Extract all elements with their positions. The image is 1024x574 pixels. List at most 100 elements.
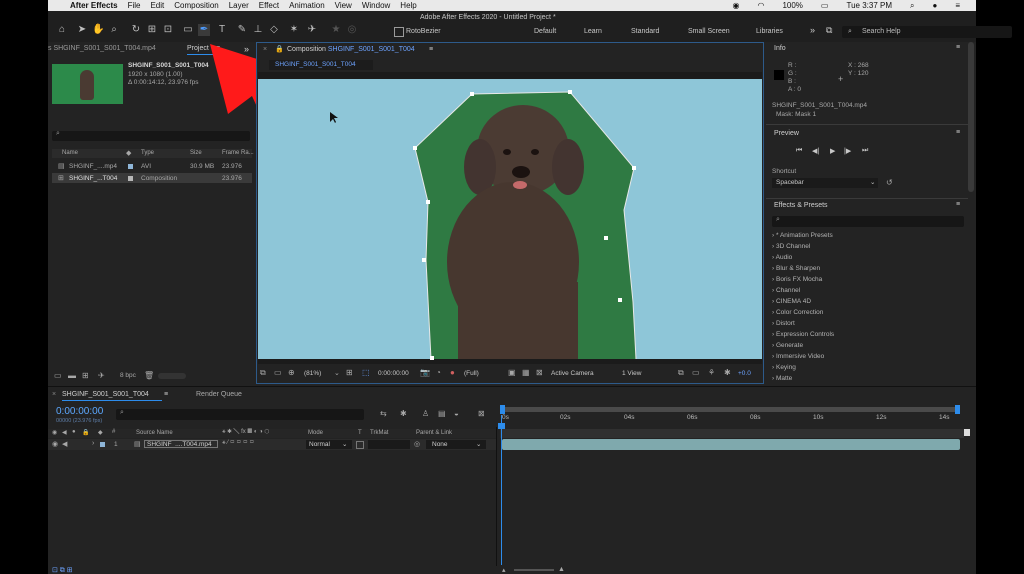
timeline-zoom-slider[interactable]: [514, 569, 554, 571]
col-type[interactable]: Type: [141, 150, 154, 156]
menu-view[interactable]: View: [335, 1, 352, 10]
mask-vertex[interactable]: [618, 298, 622, 302]
effect-category[interactable]: › Blur & Sharpen: [772, 265, 820, 272]
menu-layer[interactable]: Layer: [229, 1, 249, 10]
last-frame-icon[interactable]: ⏭: [862, 147, 868, 155]
effect-category[interactable]: › Color Correction: [772, 309, 823, 316]
trkmat-dropdown[interactable]: [368, 440, 410, 449]
user-icon[interactable]: ●: [932, 1, 937, 10]
mask-vertex[interactable]: [632, 166, 636, 170]
type-tool-icon[interactable]: T: [216, 24, 228, 36]
right-panel-scrollbar[interactable]: [968, 42, 974, 192]
video-toggle-icon[interactable]: ◉: [52, 429, 57, 436]
trash-icon[interactable]: 🗑: [144, 371, 154, 380]
label-color-chip[interactable]: [128, 176, 133, 181]
wifi-icon[interactable]: ◠: [757, 1, 764, 10]
pick-whip-icon[interactable]: ◎: [414, 440, 420, 448]
workspace-small-screen[interactable]: Small Screen: [688, 28, 730, 35]
timeline-tab[interactable]: SHGINF_S001_S001_T004: [62, 391, 149, 398]
timeline-menu-icon[interactable]: ≡: [164, 391, 168, 398]
composition-subtab[interactable]: SHGINF_S001_S001_T004: [269, 60, 373, 70]
comp-end-marker[interactable]: [964, 429, 970, 436]
grid-icon[interactable]: ⊞: [346, 368, 353, 377]
selection-tool-icon[interactable]: ➤: [76, 24, 88, 36]
mask-vertex[interactable]: [604, 236, 608, 240]
search-help-input[interactable]: ⌕ Search Help: [842, 26, 1012, 38]
rotobezier-checkbox[interactable]: [394, 27, 404, 37]
play-icon[interactable]: ▶: [830, 147, 835, 155]
render-queue-tab[interactable]: Render Queue: [196, 391, 242, 398]
menu-file[interactable]: File: [128, 1, 141, 10]
battery-icon[interactable]: ▭: [821, 1, 829, 10]
next-frame-icon[interactable]: |▶: [844, 147, 851, 155]
region-of-interest-icon[interactable]: ⬚: [362, 368, 370, 377]
effect-category[interactable]: › Boris FX Mocha: [772, 276, 822, 283]
zoom-dropdown[interactable]: (81%): [304, 370, 321, 377]
menu-list-icon[interactable]: ≡: [955, 1, 960, 10]
shortcut-dropdown[interactable]: Spacebar ⌄: [772, 178, 878, 188]
workspace-panel-icon[interactable]: ⧉: [826, 25, 832, 36]
col-source-name[interactable]: Source Name: [136, 430, 173, 436]
close-tab-icon[interactable]: ×: [52, 391, 56, 398]
mask-visibility-icon[interactable]: ⊕: [288, 368, 295, 377]
col-trkmat[interactable]: TrkMat: [370, 430, 388, 436]
effect-category[interactable]: › Expression Controls: [772, 331, 834, 338]
info-menu-icon[interactable]: ≡: [956, 44, 960, 51]
effects-search-input[interactable]: ⌕: [772, 216, 964, 227]
frame-blending-icon[interactable]: ▤: [438, 409, 446, 418]
graph-editor-icon[interactable]: ⊠: [478, 409, 485, 418]
effects-menu-icon[interactable]: ≡: [956, 201, 960, 208]
battery-label[interactable]: 100%: [782, 1, 802, 10]
always-preview-icon[interactable]: ⧉: [260, 368, 266, 378]
work-area-start-handle[interactable]: [500, 405, 505, 414]
exposure-reset-icon[interactable]: ✱: [724, 368, 731, 377]
label-color-chip[interactable]: [128, 164, 133, 169]
layer-switches-pane-icon[interactable]: ⊡ ⧉ ⊞: [52, 566, 73, 574]
layer-row[interactable]: ◉ ◀ › 1 ▤ SHGINF_....T004.mp4 ⚹ ⁄ ▭ ▭ ▭ …: [48, 439, 496, 450]
home-icon[interactable]: ⌂: [56, 24, 68, 36]
comp-marker-bar[interactable]: [500, 429, 964, 438]
reset-shortcut-icon[interactable]: ↺: [886, 178, 893, 187]
effect-category[interactable]: › 3D Channel: [772, 243, 810, 250]
menu-animation[interactable]: Animation: [289, 1, 325, 10]
effects-presets-title[interactable]: Effects & Presets: [774, 202, 828, 209]
color-channels-icon[interactable]: ●: [450, 368, 455, 377]
info-title[interactable]: Info: [774, 45, 786, 52]
effect-category[interactable]: › Channel: [772, 287, 800, 294]
spotlight-icon[interactable]: ⌕: [910, 1, 914, 11]
pen-tool-icon[interactable]: ✒: [198, 24, 210, 36]
brush-tool-icon[interactable]: ✎: [236, 24, 248, 36]
label-tag-icon[interactable]: ◆: [126, 149, 131, 157]
current-time-display[interactable]: 0:00:00:00: [378, 370, 409, 377]
camera-dropdown[interactable]: Active Camera: [551, 370, 594, 377]
layer-name[interactable]: SHGINF_....T004.mp4: [144, 440, 218, 448]
motion-blur-icon[interactable]: ◒: [454, 409, 459, 418]
composition-viewer[interactable]: [258, 72, 762, 364]
pan-behind-tool-icon[interactable]: ⊡: [162, 24, 174, 36]
col-name[interactable]: Name: [62, 150, 78, 156]
work-area-bar[interactable]: [500, 405, 960, 414]
effect-category[interactable]: › Immersive Video: [772, 353, 824, 360]
preview-menu-icon[interactable]: ≡: [956, 129, 960, 136]
current-time-indicator[interactable]: [501, 415, 502, 565]
layer-label-chip[interactable]: [100, 442, 105, 447]
mask-vertex[interactable]: [426, 200, 430, 204]
menu-effect[interactable]: Effect: [259, 1, 279, 10]
effect-category[interactable]: › Keying: [772, 364, 796, 371]
mask-vertex[interactable]: [413, 146, 417, 150]
thumbnail-slider[interactable]: [158, 373, 186, 379]
layer-duration-bar[interactable]: [502, 439, 960, 450]
snapshot-icon[interactable]: 📷: [420, 368, 430, 377]
composition-mini-flowchart-icon[interactable]: ⇆: [380, 409, 387, 418]
preview-title[interactable]: Preview: [774, 130, 799, 137]
playhead-handle[interactable]: [498, 423, 505, 429]
close-tab-icon[interactable]: ×: [263, 46, 267, 53]
timeline-icon[interactable]: ▭: [692, 368, 700, 377]
transparency-grid-icon[interactable]: ▦: [522, 368, 530, 377]
more-workspaces-icon[interactable]: »: [810, 25, 815, 35]
camera-icon[interactable]: ⊠: [536, 368, 543, 377]
mask-vertex[interactable]: [430, 356, 434, 360]
time-ruler[interactable]: 0s 02s 04s 06s 08s 10s 12s 14s: [500, 414, 964, 426]
effect-category[interactable]: › Distort: [772, 320, 795, 327]
eye-icon[interactable]: ◉: [52, 440, 58, 448]
